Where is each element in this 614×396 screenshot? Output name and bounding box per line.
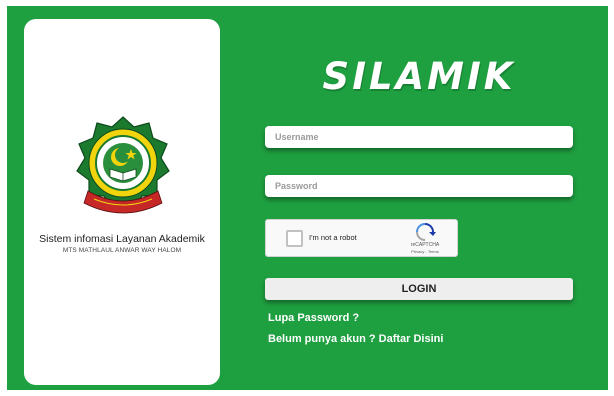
register-link[interactable]: Belum punya akun ? Daftar Disini [268, 333, 443, 345]
recaptcha-widget: I'm not a robot reCAPTCHA Privacy - Term… [265, 219, 458, 257]
info-card: Sistem infomasi Layanan Akademik MTS MAT… [24, 19, 220, 385]
school-emblem-icon [76, 116, 170, 214]
recaptcha-brand: reCAPTCHA [410, 242, 440, 248]
login-button[interactable]: LOGIN [265, 278, 573, 300]
recaptcha-label: I'm not a robot [309, 233, 357, 242]
app-name: Sistem infomasi Layanan Akademik [39, 233, 205, 245]
password-input[interactable] [265, 175, 573, 197]
forgot-password-link[interactable]: Lupa Password ? [268, 312, 359, 324]
username-input[interactable] [265, 126, 573, 148]
school-name: MTS MATHLAUL ANWAR WAY HALOM [62, 247, 182, 254]
recaptcha-terms-link[interactable]: Privacy - Terms [401, 249, 449, 254]
recaptcha-checkbox[interactable] [286, 230, 303, 247]
recaptcha-logo-icon [416, 223, 436, 241]
brand-title: SILAMIK [322, 55, 516, 98]
